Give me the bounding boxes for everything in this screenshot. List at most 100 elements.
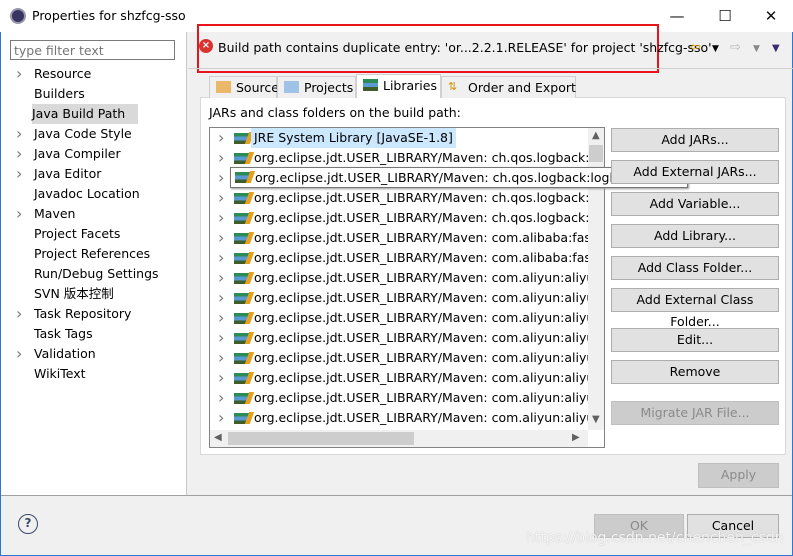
chevron-right-icon[interactable]: › [218, 408, 224, 428]
add-library-button[interactable]: Add Library... [611, 224, 779, 248]
scroll-down-icon[interactable]: ▼ [592, 414, 600, 425]
chevron-right-icon[interactable]: › [218, 228, 224, 248]
close-button[interactable]: ✕ [751, 4, 791, 28]
add-external-jars-button[interactable]: Add External JARs... [611, 160, 779, 184]
sidebar-item[interactable]: Task Tags [16, 324, 181, 344]
view-menu-icon[interactable]: ▼ [772, 43, 780, 54]
library-name: org.eclipse.jdt.USER_LIBRARY/Maven: com.… [254, 270, 588, 285]
chevron-right-icon[interactable]: › [218, 148, 224, 168]
scroll-up-icon[interactable]: ▲ [592, 130, 600, 141]
chevron-right-icon[interactable]: › [16, 304, 22, 324]
sidebar-item[interactable]: Run/Debug Settings [16, 264, 181, 284]
library-row[interactable]: › org.eclipse.jdt.USER_LIBRARY/Maven: ch.… [210, 208, 588, 228]
tab-order-and-export[interactable]: ⇅ Order and Export [441, 76, 576, 98]
library-row[interactable]: › JRE System Library [JavaSE-1.8] [210, 128, 588, 148]
library-row[interactable]: › org.eclipse.jdt.USER_LIBRARY/Maven: com… [210, 248, 588, 268]
tab-source[interactable]: Source [209, 76, 279, 98]
library-icon [235, 172, 250, 183]
library-row[interactable]: › org.eclipse.jdt.USER_LIBRARY/Maven: com… [210, 228, 588, 248]
migrate-jar-file-button[interactable]: Migrate JAR File... [611, 401, 779, 425]
libraries-label: JARs and class folders on the build path… [209, 105, 461, 120]
edit-button[interactable]: Edit... [611, 328, 779, 352]
scroll-thumb[interactable] [228, 432, 414, 445]
sidebar-item[interactable]: Project Facets [16, 224, 181, 244]
add-variable-button[interactable]: Add Variable... [611, 192, 779, 216]
library-row[interactable]: › org.eclipse.jdt.USER_LIBRARY/Maven: ch.… [210, 148, 588, 168]
library-row[interactable]: › org.eclipse.jdt.USER_LIBRARY/Maven: com… [210, 328, 588, 348]
library-row[interactable]: › org.eclipse.jdt.USER_LIBRARY/Maven: com… [210, 288, 588, 308]
library-name: org.eclipse.jdt.USER_LIBRARY/Maven: com.… [254, 230, 588, 245]
add-external-class-folder-button[interactable]: Add External Class Folder... [611, 288, 779, 329]
library-icon [234, 313, 249, 324]
chevron-right-icon[interactable]: › [218, 388, 224, 408]
chevron-right-icon[interactable]: › [16, 344, 22, 364]
library-row[interactable]: › org.eclipse.jdt.USER_LIBRARY/Maven: com… [210, 268, 588, 288]
error-message: Build path contains duplicate entry: 'or… [218, 40, 712, 55]
library-row[interactable]: › org.eclipse.jdt.USER_LIBRARY/Maven: com… [210, 408, 588, 428]
sidebar-item[interactable]: › Task Repository [16, 304, 181, 324]
chevron-right-icon[interactable]: › [16, 124, 22, 144]
apply-button[interactable]: Apply [698, 463, 779, 488]
help-icon[interactable]: ? [18, 514, 38, 534]
scroll-thumb[interactable] [589, 145, 603, 162]
chevron-right-icon[interactable]: › [218, 128, 224, 148]
filter-input[interactable] [10, 40, 175, 60]
sidebar-item[interactable]: SVN 版本控制 [16, 284, 181, 304]
library-row[interactable]: › org.eclipse.jdt.USER_LIBRARY/Maven: com… [210, 388, 588, 408]
chevron-right-icon[interactable]: › [218, 348, 224, 368]
chevron-right-icon[interactable]: › [218, 208, 224, 228]
tab-libraries[interactable]: Libraries [356, 74, 441, 98]
chevron-right-icon[interactable]: › [218, 288, 224, 308]
library-icon [234, 413, 249, 424]
remove-button[interactable]: Remove [611, 360, 779, 384]
forward-dropdown-icon[interactable]: ▼ [753, 44, 760, 54]
sidebar-item-label: Resource [34, 66, 92, 81]
forward-arrow-icon[interactable]: ⇨ [730, 40, 741, 55]
sidebar-item[interactable]: › Java Editor [16, 164, 181, 184]
sidebar-item-label: Builders [34, 86, 85, 101]
sidebar-item-label: Run/Debug Settings [34, 266, 159, 281]
library-icon [234, 253, 249, 264]
library-row[interactable]: › org.eclipse.jdt.USER_LIBRARY/Maven: com… [210, 368, 588, 388]
chevron-right-icon[interactable]: › [218, 248, 224, 268]
sidebar-item-label: Project References [34, 246, 151, 261]
sidebar-item[interactable]: Project References [16, 244, 181, 264]
minimize-button[interactable]: — [657, 4, 697, 28]
divider [188, 68, 793, 69]
library-row[interactable]: › org.eclipse.jdt.USER_LIBRARY/Maven: com… [210, 348, 588, 368]
library-row[interactable]: › org.eclipse.jdt.USER_LIBRARY/Maven: com… [210, 308, 588, 328]
scroll-left-icon[interactable]: ◀ [214, 432, 222, 443]
sidebar-item[interactable]: › Validation [16, 344, 181, 364]
chevron-right-icon[interactable]: › [218, 308, 224, 328]
back-arrow-icon[interactable]: ⇦ [690, 40, 701, 55]
chevron-right-icon[interactable]: › [16, 64, 22, 84]
chevron-right-icon[interactable]: › [218, 368, 224, 388]
sidebar-item[interactable]: › Java Compiler [16, 144, 181, 164]
chevron-right-icon[interactable]: › [16, 164, 22, 184]
window-title: Properties for shzfcg-sso [32, 8, 186, 23]
sidebar-item[interactable]: › Maven [16, 204, 181, 224]
chevron-right-icon[interactable]: › [16, 204, 22, 224]
sidebar-item[interactable]: › Java Code Style [16, 124, 181, 144]
add-jars-button[interactable]: Add JARs... [611, 128, 779, 152]
horizontal-scrollbar[interactable]: ◀ ▶ [210, 430, 588, 447]
back-dropdown-icon[interactable]: ▼ [712, 44, 719, 54]
chevron-right-icon[interactable]: › [16, 144, 22, 164]
tab-projects[interactable]: Projects [277, 76, 356, 98]
library-row[interactable]: › org.eclipse.jdt.USER_LIBRARY/Maven: ch.… [210, 188, 588, 208]
sidebar-item[interactable]: Builders [16, 84, 181, 104]
sidebar-item[interactable]: WikiText [16, 364, 181, 384]
add-class-folder-button[interactable]: Add Class Folder... [611, 256, 779, 280]
chevron-right-icon[interactable]: › [218, 328, 224, 348]
chevron-right-icon[interactable]: › [218, 188, 224, 208]
sidebar-item[interactable]: › Resource [16, 64, 181, 84]
library-icon [234, 293, 249, 304]
sidebar-item-label: Java Build Path [32, 106, 126, 121]
maximize-button[interactable]: ☐ [705, 4, 745, 28]
chevron-right-icon[interactable]: › [218, 268, 224, 288]
chevron-right-icon[interactable]: › [218, 168, 224, 188]
sidebar-item[interactable]: Java Build Path [32, 104, 138, 124]
library-name: JRE System Library [JavaSE-1.8] [251, 128, 456, 148]
scroll-right-icon[interactable]: ▶ [572, 432, 580, 443]
sidebar-item[interactable]: Javadoc Location [16, 184, 181, 204]
